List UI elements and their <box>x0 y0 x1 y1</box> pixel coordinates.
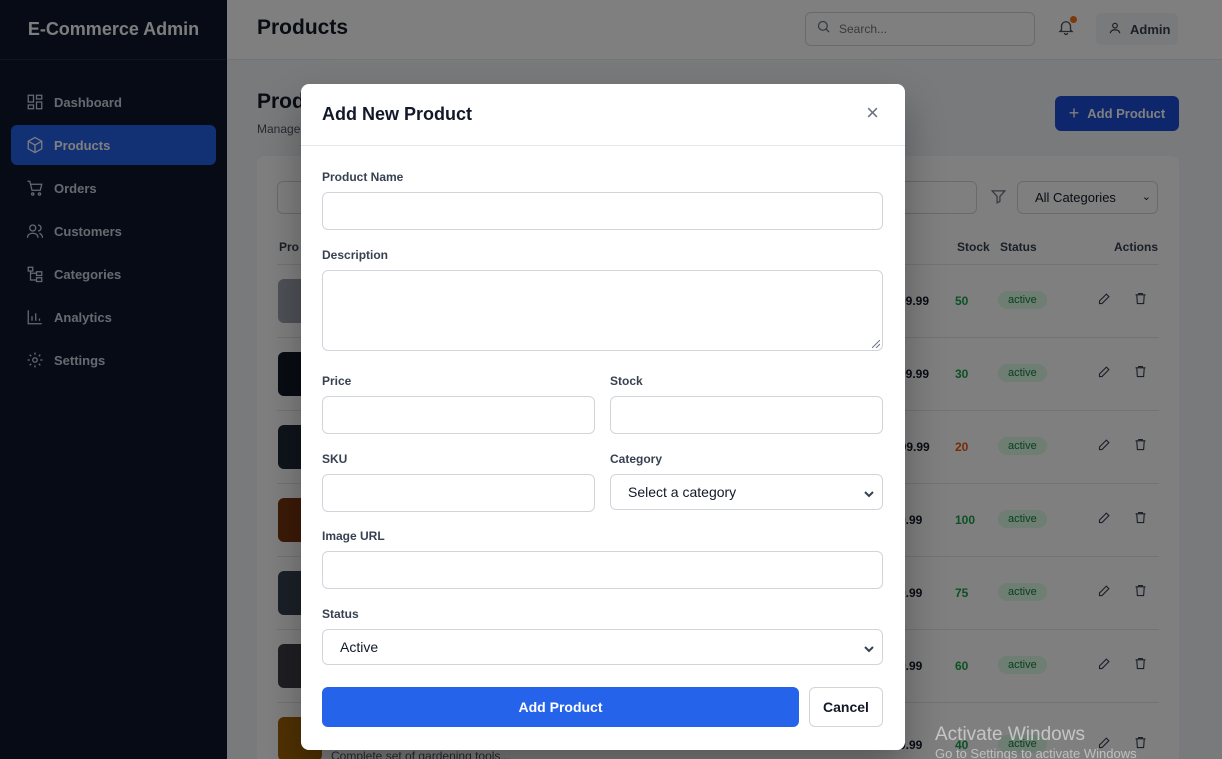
status-label: Status <box>322 607 359 621</box>
chevron-down-icon <box>864 641 874 653</box>
sku-label: SKU <box>322 452 348 466</box>
cancel-button[interactable]: Cancel <box>809 687 883 727</box>
resize-handle-icon[interactable] <box>872 340 880 348</box>
product-name-input[interactable] <box>322 192 883 230</box>
stock-input[interactable] <box>610 396 883 434</box>
stock-label: Stock <box>610 374 643 388</box>
activation-watermark: Activate Windows <box>935 724 1085 745</box>
category-label: Category <box>610 452 663 466</box>
price-label: Price <box>322 374 352 388</box>
sku-input[interactable] <box>322 474 595 512</box>
image-url-label: Image URL <box>322 529 385 543</box>
add-product-modal: Add New Product × Product Name Descripti… <box>301 84 905 750</box>
product-name-label: Product Name <box>322 170 404 184</box>
description-textarea[interactable] <box>322 270 883 351</box>
chevron-down-icon <box>864 486 874 498</box>
category-select-value: Select a category <box>628 484 737 500</box>
status-select-value: Active <box>340 639 379 655</box>
price-input[interactable] <box>322 396 595 434</box>
category-select[interactable]: Select a category <box>610 474 883 510</box>
submit-add-product-button[interactable]: Add Product <box>322 687 799 727</box>
status-select[interactable]: Active <box>322 629 883 665</box>
description-label: Description <box>322 248 389 262</box>
modal-header: Add New Product × <box>301 84 905 146</box>
modal-title: Add New Product <box>322 104 473 124</box>
close-icon[interactable]: × <box>866 102 879 124</box>
image-url-input[interactable] <box>322 551 883 589</box>
activation-watermark-sub: Go to Settings to activate Windows <box>935 746 1137 759</box>
